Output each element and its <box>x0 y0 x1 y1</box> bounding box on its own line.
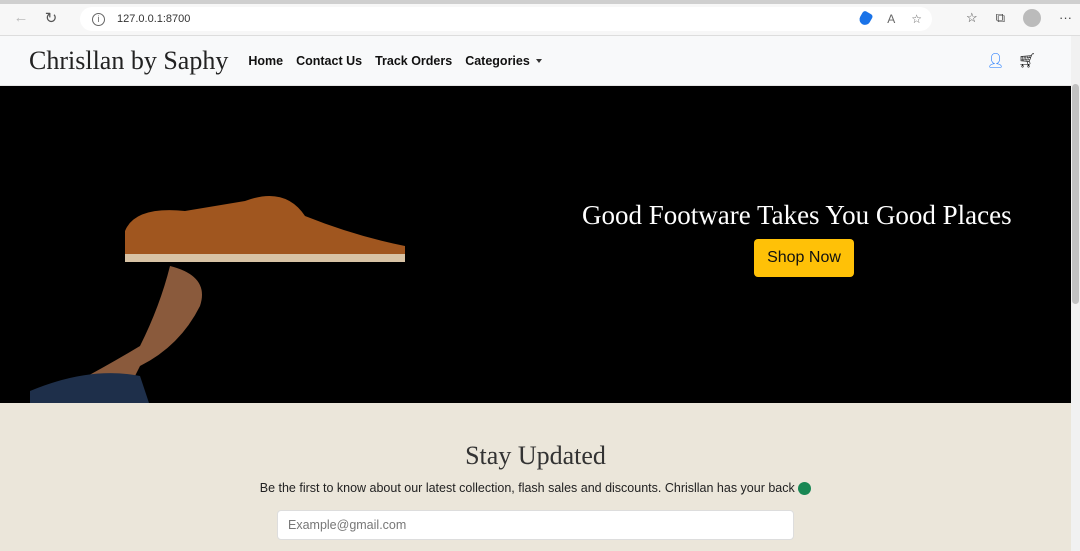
shop-now-button[interactable]: Shop Now <box>754 239 854 277</box>
read-aloud-icon[interactable]: A <box>887 12 895 26</box>
hand-image <box>30 266 202 403</box>
brand-logo[interactable]: Chrisllan by Saphy <box>29 46 228 76</box>
tab-strip <box>0 0 1080 4</box>
address-bar[interactable]: i 127.0.0.1:8700 A ☆ <box>80 7 932 31</box>
collections-icon[interactable]: ⧉ <box>996 10 1005 26</box>
url-text[interactable]: 127.0.0.1:8700 <box>117 13 190 25</box>
caret-down-icon <box>535 59 542 64</box>
newsletter-text-body: Be the first to know about our latest co… <box>259 481 795 495</box>
categories-label: Categories <box>465 53 530 68</box>
newsletter-section: Stay Updated Be the first to know about … <box>0 403 1071 551</box>
newsletter-title: Stay Updated <box>465 441 606 470</box>
profile-avatar[interactable] <box>1023 8 1041 27</box>
newsletter-text: Be the first to know about our latest co… <box>0 481 1071 496</box>
nav-home[interactable]: Home <box>248 54 283 68</box>
user-icon[interactable]: 👤︎ <box>986 52 1004 69</box>
nav-track-orders[interactable]: Track Orders <box>375 54 452 68</box>
reload-icon[interactable]: ↻ <box>36 9 66 27</box>
tag-icon[interactable] <box>857 10 874 27</box>
favorite-add-icon[interactable]: ☆ <box>911 12 922 26</box>
more-icon[interactable]: ··· <box>1059 10 1072 25</box>
browser-toolbar: ← ↻ i 127.0.0.1:8700 A ☆ ☆ ⧉ ··· <box>0 0 1080 36</box>
shoe-image <box>125 196 405 262</box>
favorites-icon[interactable]: ☆ <box>966 10 978 26</box>
cart-icon[interactable]: 🛒︎ <box>1018 52 1036 69</box>
scrollbar[interactable] <box>1071 36 1080 551</box>
hero-headline: Good Footware Takes You Good Places <box>582 200 1012 230</box>
email-input[interactable] <box>277 510 794 540</box>
scrollbar-thumb[interactable] <box>1072 84 1079 304</box>
nav-contact[interactable]: Contact Us <box>296 54 362 68</box>
back-icon[interactable]: ← <box>6 9 36 26</box>
info-icon[interactable]: i <box>92 12 105 26</box>
nav-categories-dropdown[interactable]: Categories <box>465 54 542 68</box>
navbar: Chrisllan by Saphy Home Contact Us Track… <box>0 36 1080 86</box>
hero-banner: Good Footware Takes You Good Places Shop… <box>0 86 1071 403</box>
smile-icon <box>798 482 812 496</box>
